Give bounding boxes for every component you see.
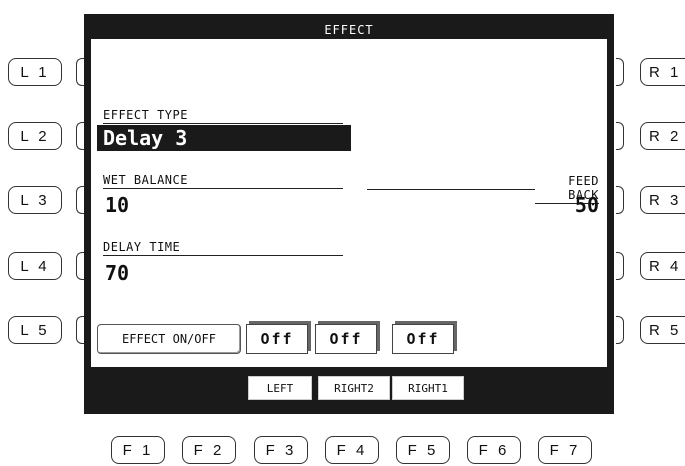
l3-bracket	[76, 186, 84, 214]
left-toggle[interactable]: Off	[246, 324, 308, 354]
right1-toggle[interactable]: Off	[392, 324, 454, 354]
fkey-label-right2: RIGHT2	[318, 376, 390, 400]
function-bar: LEFT RIGHT2 RIGHT1	[91, 367, 607, 407]
r5-button[interactable]: R 5	[640, 316, 685, 344]
r3-bracket	[616, 186, 624, 214]
effect-type-label: EFFECT TYPE	[103, 108, 343, 124]
effect-type-value: Delay 3	[103, 126, 188, 150]
fkey-label-right1: RIGHT1	[392, 376, 464, 400]
l1-bracket	[76, 58, 84, 86]
wet-balance-label: WET BALANCE	[103, 173, 343, 189]
f6-button[interactable]: F 6	[467, 436, 521, 464]
delay-time-value[interactable]: 70	[105, 261, 129, 285]
feed-back-divider	[367, 189, 535, 190]
right2-toggle[interactable]: Off	[315, 324, 377, 354]
f4-button[interactable]: F 4	[325, 436, 379, 464]
effect-type-field[interactable]: Delay 3	[97, 125, 351, 151]
l1-button[interactable]: L 1	[8, 58, 62, 86]
l4-bracket	[76, 252, 84, 280]
f2-button[interactable]: F 2	[182, 436, 236, 464]
r4-bracket	[616, 252, 624, 280]
r1-bracket	[616, 58, 624, 86]
l5-button[interactable]: L 5	[8, 316, 62, 344]
f1-button[interactable]: F 1	[111, 436, 165, 464]
r2-button[interactable]: R 2	[640, 122, 685, 150]
fkey-label-left: LEFT	[248, 376, 312, 400]
lcd-screen: EFFECT EFFECT TYPE Delay 3 WET BALANCE 1…	[84, 14, 614, 414]
l4-button[interactable]: L 4	[8, 252, 62, 280]
f7-button[interactable]: F 7	[538, 436, 592, 464]
l3-button[interactable]: L 3	[8, 186, 62, 214]
effect-onoff-button[interactable]: EFFECT ON/OFF	[97, 324, 241, 354]
r3-button[interactable]: R 3	[640, 186, 685, 214]
delay-time-label: DELAY TIME	[103, 240, 343, 256]
r2-bracket	[616, 122, 624, 150]
wet-balance-value[interactable]: 10	[105, 193, 129, 217]
r4-button[interactable]: R 4	[640, 252, 685, 280]
r1-button[interactable]: R 1	[640, 58, 685, 86]
f5-button[interactable]: F 5	[396, 436, 450, 464]
r5-bracket	[616, 316, 624, 344]
l2-bracket	[76, 122, 84, 150]
screen-title: EFFECT	[91, 21, 607, 39]
f3-button[interactable]: F 3	[254, 436, 308, 464]
l2-button[interactable]: L 2	[8, 122, 62, 150]
feed-back-value[interactable]: 50	[561, 193, 599, 217]
l5-bracket	[76, 316, 84, 344]
